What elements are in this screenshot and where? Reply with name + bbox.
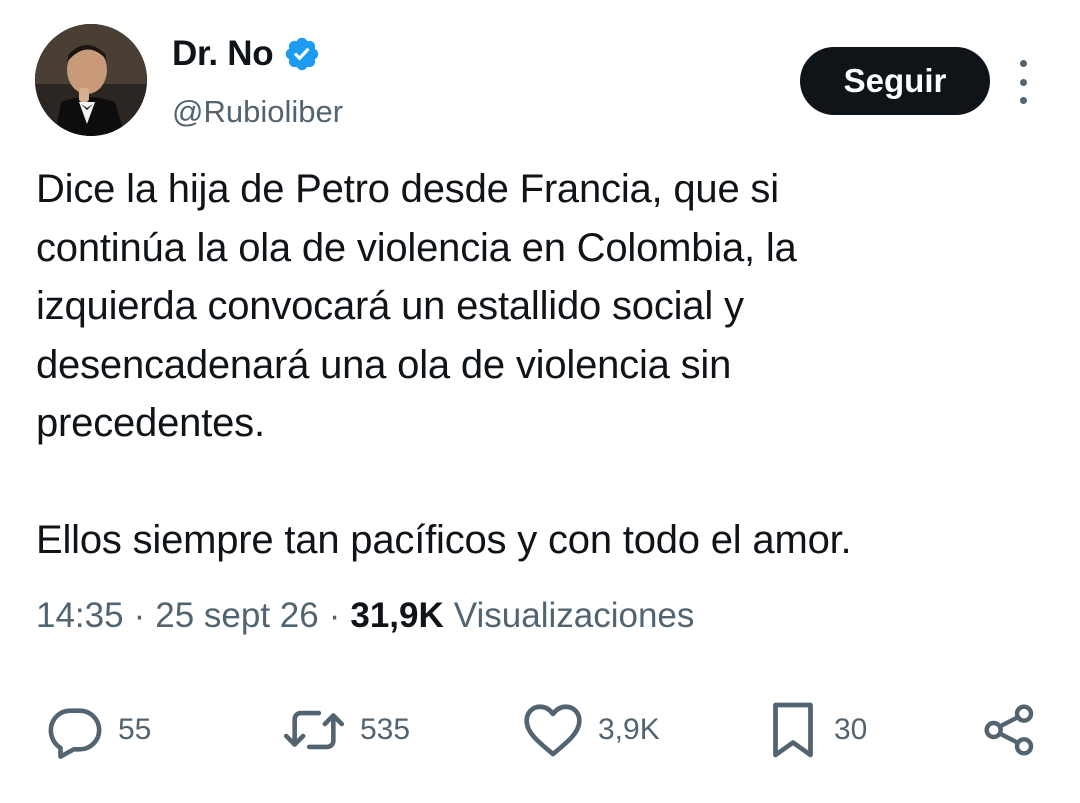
verified-badge-icon	[283, 35, 321, 73]
more-dot	[1019, 60, 1027, 67]
avatar-image	[35, 24, 147, 136]
reply-button[interactable]: 55	[46, 690, 151, 770]
views-count[interactable]: 31,9K	[350, 596, 443, 636]
retweet-icon	[283, 710, 345, 750]
like-button[interactable]: 3,9K	[522, 690, 660, 770]
bookmark-button[interactable]: 30	[766, 690, 867, 770]
retweet-count: 535	[360, 713, 411, 746]
tweet-time[interactable]: 14:35	[36, 596, 124, 636]
meta-separator: ·	[133, 596, 146, 635]
more-vertical-icon[interactable]	[1010, 60, 1036, 104]
heart-icon	[524, 704, 582, 757]
like-count: 3,9K	[598, 713, 660, 746]
follow-button[interactable]: Seguir	[800, 47, 990, 115]
meta-separator: ·	[328, 596, 341, 635]
author-display-name[interactable]: Dr. No	[172, 34, 274, 74]
views-label[interactable]: Visualizaciones	[454, 596, 695, 636]
author-handle[interactable]: @Rubioliber	[172, 94, 343, 130]
more-dot	[1019, 97, 1027, 104]
tweet-meta: 14:35 · 25 sept 26 · 31,9K Visualizacion…	[36, 596, 694, 636]
bookmark-icon	[773, 702, 813, 758]
tweet-date[interactable]: 25 sept 26	[155, 596, 318, 636]
reply-count: 55	[118, 713, 152, 746]
tweet-text: Dice la hija de Petro desde Francia, que…	[36, 167, 852, 562]
retweet-button[interactable]: 535	[282, 690, 410, 770]
tweet-actions-bar: 55 535 3,9K 30	[0, 690, 1080, 770]
reply-icon	[48, 708, 102, 759]
author-name-row[interactable]: Dr. No	[172, 34, 321, 74]
share-button[interactable]	[982, 690, 1038, 770]
bookmark-count: 30	[834, 713, 868, 746]
share-icon	[984, 704, 1034, 756]
more-dot	[1019, 78, 1027, 86]
avatar[interactable]	[35, 24, 147, 136]
